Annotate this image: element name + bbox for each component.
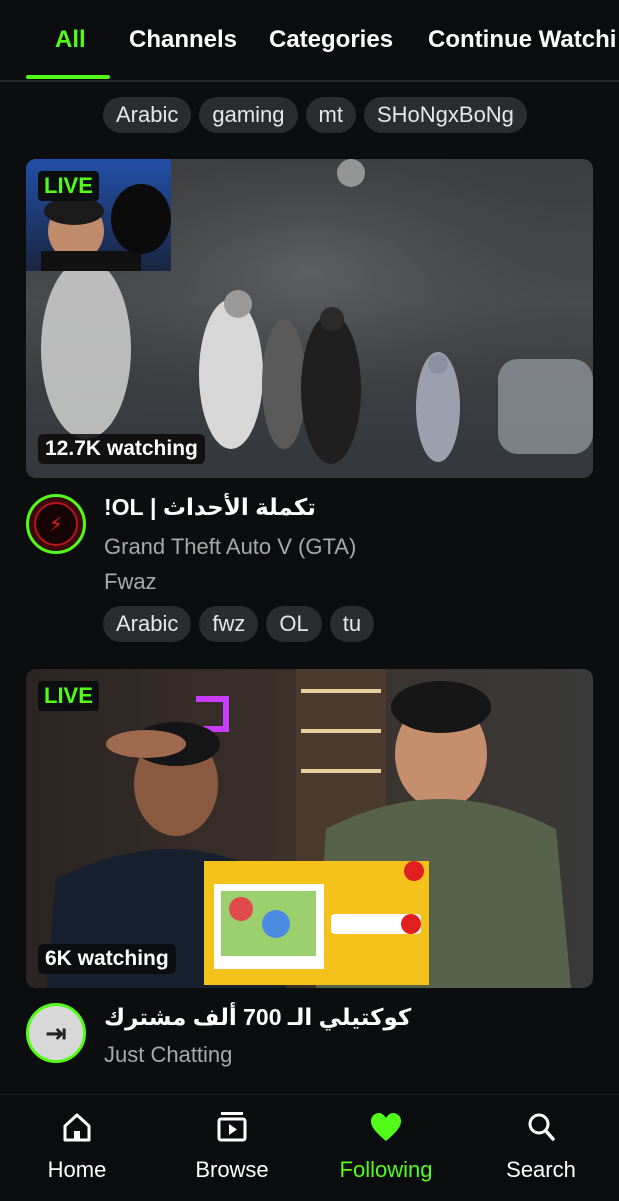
browse-icon [217,1112,247,1142]
viewer-count: 6K watching [38,944,176,974]
tag-filter-row: Arabic gaming mt SHoNgxBoNg [103,97,527,133]
tag-chip[interactable]: mt [305,97,356,133]
search-icon [528,1113,555,1141]
channel-logo-icon: ⚡ [34,502,78,546]
nav-home-label: Home [47,1157,107,1182]
channel-avatar[interactable]: ⇥ [26,1003,86,1063]
tab-continue-watching[interactable]: Continue Watchi [428,26,616,54]
heart-icon [371,1113,401,1141]
nav-browse[interactable]: Browse [157,1095,307,1201]
stream-title[interactable]: تكملة الأحداث | OL! [104,494,316,521]
tag-chip[interactable]: gaming [199,97,298,133]
streamer-name[interactable]: Fwaz [104,569,157,595]
stream-title[interactable]: كوكتيلي الـ 700 ألف مشترك [104,1004,411,1031]
viewer-count: 12.7K watching [38,434,205,464]
stream-category[interactable]: Grand Theft Auto V (GTA) [104,534,356,560]
live-badge: LIVE [38,681,99,711]
stream-thumbnail[interactable]: LIVE 6K watching [26,669,593,988]
stream-tag-chip[interactable]: tu [329,606,375,642]
nav-home[interactable]: Home [2,1095,152,1201]
tag-chip[interactable]: SHoNgxBoNg [363,97,527,133]
stream-category[interactable]: Just Chatting [104,1042,232,1068]
tab-categories[interactable]: Categories [269,26,393,54]
stream-tag-chip[interactable]: fwz [199,606,259,642]
nav-search-label: Search [506,1157,576,1182]
nav-following[interactable]: Following [311,1095,461,1201]
home-icon [63,1113,91,1142]
stream-thumbnail[interactable]: LIVE 12.7K watching [26,159,593,478]
top-tab-bar: All Channels Categories Continue Watchi [0,0,619,82]
tag-chip[interactable]: Arabic [103,97,192,133]
tab-all[interactable]: All [55,26,86,54]
channel-avatar[interactable]: ⚡ [26,494,86,554]
bottom-navigation: Home Browse Following Search [0,1094,619,1201]
tab-channels[interactable]: Channels [129,26,237,54]
nav-browse-label: Browse [195,1157,269,1182]
stream-scene-graphic [46,669,571,988]
nav-following-label: Following [339,1157,433,1182]
stream-tag-chip[interactable]: Arabic [103,606,192,642]
channel-logo-icon: ⇥ [45,1017,67,1048]
stream-tags: Arabic fwz OL tu [103,606,375,642]
active-tab-indicator [26,75,110,79]
stream-tag-chip[interactable]: OL [266,606,322,642]
nav-search[interactable]: Search [466,1095,616,1201]
live-badge: LIVE [38,171,99,201]
